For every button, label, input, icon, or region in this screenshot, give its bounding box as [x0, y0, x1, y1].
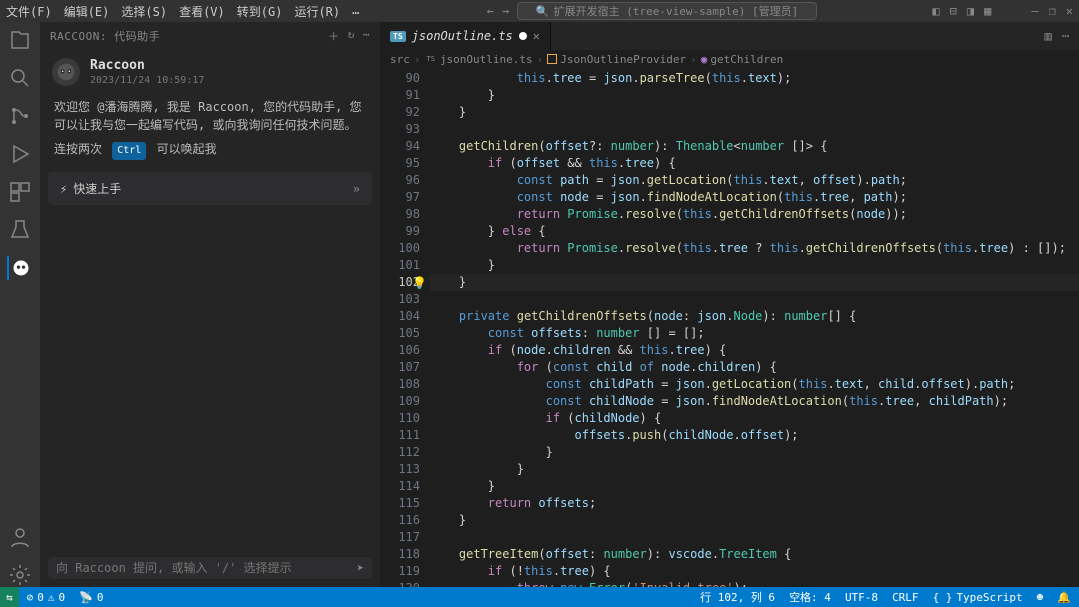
settings-gear-icon[interactable]: [8, 563, 32, 587]
menu-item[interactable]: 查看(V): [179, 3, 225, 20]
more-tab-actions-icon[interactable]: ⋯: [1062, 29, 1069, 43]
lightbulb-icon[interactable]: 💡: [412, 276, 427, 290]
extensions-icon[interactable]: [8, 180, 32, 204]
nav-back-icon[interactable]: ←: [487, 4, 494, 18]
raccoon-name: Raccoon: [90, 58, 204, 73]
close-tab-icon[interactable]: ✕: [533, 29, 540, 43]
send-icon[interactable]: ➤: [357, 561, 364, 575]
status-bar: ⇆ ⊘0⚠0 📡0 行 102, 列 6 空格: 4 UTF-8 CRLF { …: [0, 587, 1079, 607]
chat-timestamp: 2023/11/24 10:59:17: [90, 75, 204, 86]
line-gutter: 9091929394959697989910010110210310410510…: [380, 68, 430, 587]
remote-icon: ⇆: [6, 591, 13, 604]
quick-start-button[interactable]: ⚡快速上手 »: [48, 172, 372, 205]
activity-bar: [0, 22, 40, 587]
menu-item[interactable]: 编辑(E): [64, 3, 110, 20]
account-icon[interactable]: [8, 525, 32, 549]
notifications-icon[interactable]: 🔔: [1057, 591, 1071, 604]
typescript-icon: TS: [390, 31, 406, 42]
menu-item[interactable]: 运行(R): [294, 3, 340, 20]
antenna-icon: 📡: [79, 591, 93, 604]
layout-panel-bottom-icon[interactable]: ⊟: [950, 4, 957, 18]
cursor-position[interactable]: 行 102, 列 6: [700, 589, 775, 605]
run-debug-icon[interactable]: [8, 142, 32, 166]
indentation[interactable]: 空格: 4: [789, 589, 831, 605]
window-close-icon[interactable]: ✕: [1066, 4, 1073, 18]
editor-area: TS jsonOutline.ts ✕ ▥ ⋯ src› TSjsonOutli…: [380, 22, 1079, 587]
sidebar-title: RACCOON: 代码助手: [50, 28, 160, 44]
raccoon-sidebar: RACCOON: 代码助手 ＋ ↻ ⋯ Raccoon 2023/11/24 1…: [40, 22, 380, 587]
window-min-icon[interactable]: —: [1031, 4, 1038, 18]
error-icon: ⊘: [27, 591, 34, 604]
code-content[interactable]: this.tree = json.parseTree(this.text); }…: [430, 68, 1079, 587]
raccoon-avatar-icon: [52, 58, 80, 86]
chat-input[interactable]: [56, 561, 357, 575]
layout-panel-right-icon[interactable]: ◨: [967, 4, 974, 18]
welcome-message: 欢迎您 @潘海腾腾, 我是 Raccoon, 您的代码助手, 您可以让我与您一起…: [40, 94, 380, 164]
chevron-right-icon: »: [353, 182, 360, 196]
remote-indicator[interactable]: ⇆: [0, 587, 19, 607]
breadcrumb[interactable]: src› TSjsonOutline.ts› JsonOutlineProvid…: [380, 50, 1079, 68]
layout-custom-icon[interactable]: ▦: [984, 4, 991, 18]
command-center[interactable]: 🔍扩展开发宿主 (tree-view-sample) [管理员]: [517, 2, 817, 20]
typescript-icon: TS: [425, 55, 437, 63]
search-icon[interactable]: [8, 66, 32, 90]
split-editor-icon[interactable]: ▥: [1045, 29, 1052, 43]
tab-jsonOutline[interactable]: TS jsonOutline.ts ✕: [380, 22, 551, 50]
eol[interactable]: CRLF: [892, 591, 919, 604]
menu-item[interactable]: …: [352, 3, 359, 20]
chat-input-container: ➤: [48, 557, 372, 579]
explorer-icon[interactable]: [8, 28, 32, 52]
editor-tabs: TS jsonOutline.ts ✕ ▥ ⋯: [380, 22, 1079, 50]
history-icon[interactable]: ↻: [348, 28, 355, 44]
method-icon: ◉: [701, 53, 708, 66]
testing-icon[interactable]: [8, 218, 32, 242]
menu-item[interactable]: 转到(G): [237, 3, 283, 20]
language-mode[interactable]: { }TypeScript: [933, 591, 1023, 604]
layout-panel-left-icon[interactable]: ◧: [932, 4, 939, 18]
warning-icon: ⚠: [48, 591, 55, 604]
dirty-indicator-icon: [519, 32, 527, 40]
class-icon: [547, 54, 557, 64]
errors-status[interactable]: ⊘0⚠0: [27, 591, 66, 604]
menu-item[interactable]: 文件(F): [6, 3, 52, 20]
source-control-icon[interactable]: [8, 104, 32, 128]
more-icon[interactable]: ⋯: [363, 28, 370, 44]
nav-fwd-icon[interactable]: →: [502, 4, 509, 18]
feedback-icon[interactable]: ☻: [1037, 591, 1044, 604]
ports-status[interactable]: 📡0: [79, 591, 103, 604]
flash-icon: ⚡: [60, 182, 67, 196]
menubar: 文件(F) 编辑(E) 选择(S) 查看(V) 转到(G) 运行(R) … ← → 🔍扩展开…: [0, 0, 1079, 22]
raccoon-icon[interactable]: [7, 256, 31, 280]
new-chat-icon[interactable]: ＋: [328, 28, 340, 44]
shortcut-key: Ctrl: [112, 142, 146, 160]
window-restore-icon[interactable]: ❐: [1049, 4, 1056, 18]
menu-item[interactable]: 选择(S): [121, 3, 167, 20]
encoding[interactable]: UTF-8: [845, 591, 878, 604]
